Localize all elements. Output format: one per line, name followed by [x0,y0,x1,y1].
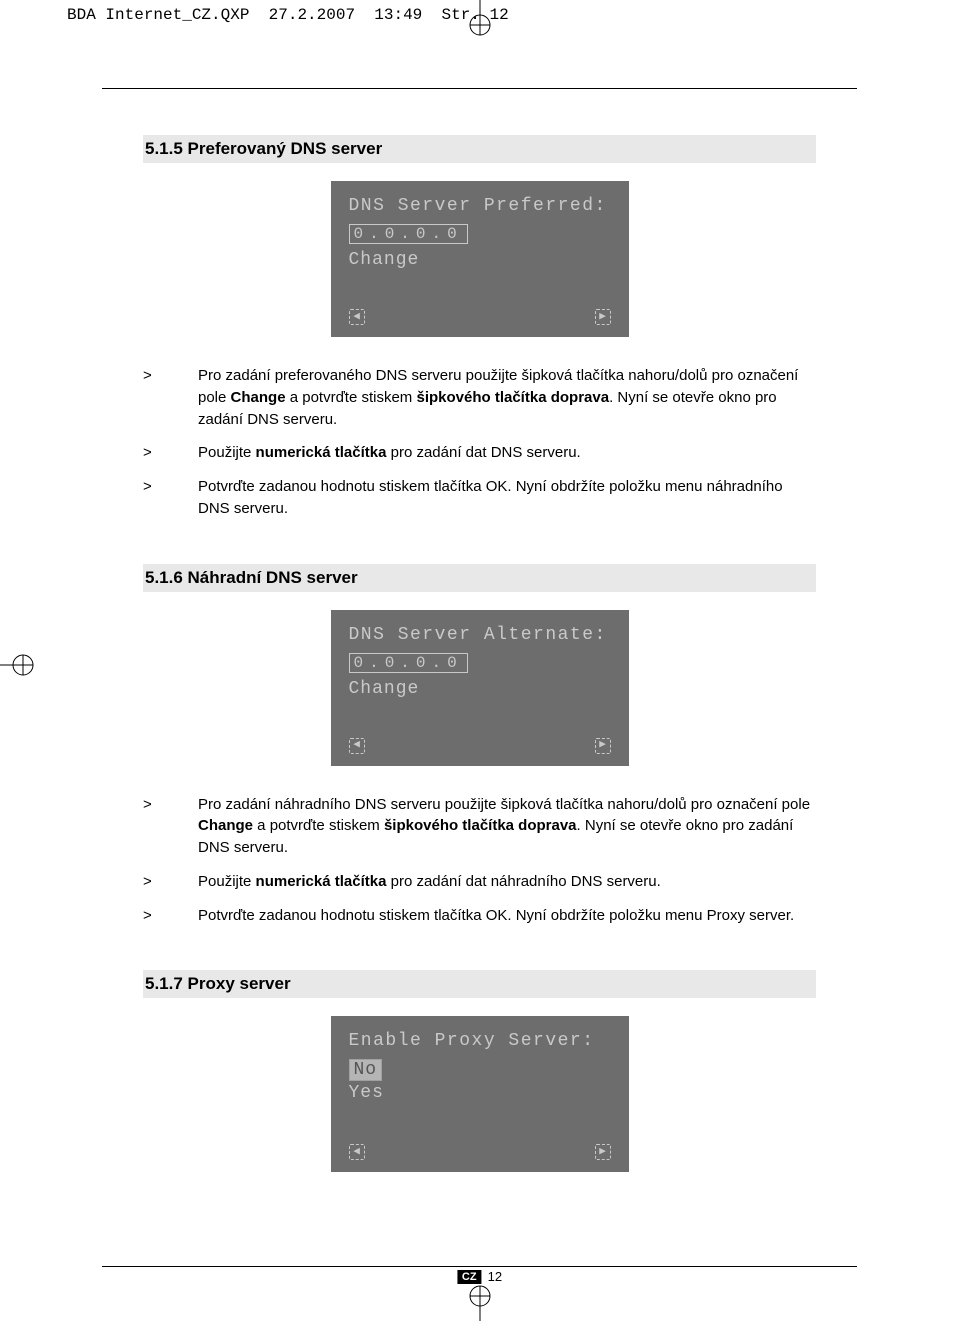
arrow-left-icon: ◀ [349,1144,365,1160]
instruction-marker: > [143,794,198,859]
instruction-text: Pro zadání preferovaného DNS serveru pou… [198,365,816,430]
instruction-text: Použijte numerická tlačítka pro zadání d… [198,871,816,893]
lang-badge: CZ [457,1270,482,1284]
instruction-text: Potvrďte zadanou hodnotu stiskem tlačítk… [198,905,816,927]
instruction-text: Pro zadání náhradního DNS serveru použij… [198,794,816,859]
arrow-right-icon: ▶ [595,1144,611,1160]
instruction-marker: > [143,905,198,927]
screen-value: 0.0.0.0 [349,224,468,244]
hdr-time: 13:49 [374,6,422,24]
arrow-right-icon: ▶ [595,309,611,325]
screen-title: DNS Server Preferred: [349,196,611,216]
device-screen: Enable Proxy Server: NoYes ◀ ▶ [331,1016,629,1172]
crop-mark-top-icon [460,0,500,40]
page-frame: 5.1.5 Preferovaný DNS server DNS Server P… [102,88,857,1267]
crop-mark-bottom-icon [460,1281,500,1321]
device-screen: DNS Server Preferred: 0.0.0.0 Change ◀ ▶ [331,181,629,337]
section-heading: 5.1.7 Proxy server [143,970,816,998]
instruction-text: Potvrďte zadanou hodnotu stiskem tlačítk… [198,476,816,520]
instruction-marker: > [143,476,198,520]
section-heading: 5.1.6 Náhradní DNS server [143,564,816,592]
instruction-text: Použijte numerická tlačítka pro zadání d… [198,442,816,464]
arrow-left-icon: ◀ [349,738,365,754]
instruction-row: >Potvrďte zadanou hodnotu stiskem tlačít… [143,476,816,520]
device-screen: DNS Server Alternate: 0.0.0.0 Change ◀ ▶ [331,610,629,766]
section-heading: 5.1.5 Preferovaný DNS server [143,135,816,163]
hdr-date: 27.2.2007 [269,6,355,24]
page-number: 12 [488,1269,502,1284]
instruction-row: >Pro zadání preferovaného DNS serveru po… [143,365,816,430]
instruction-marker: > [143,365,198,430]
screen-option: No [349,1059,383,1081]
screen-title: DNS Server Alternate: [349,625,611,645]
screen-title: Enable Proxy Server: [349,1031,611,1051]
arrow-left-icon: ◀ [349,309,365,325]
instruction-row: >Pro zadání náhradního DNS serveru použi… [143,794,816,859]
instruction-marker: > [143,871,198,893]
instruction-row: >Použijte numerická tlačítka pro zadání … [143,442,816,464]
instruction-row: >Potvrďte zadanou hodnotu stiskem tlačít… [143,905,816,927]
screen-option: Change [349,679,611,699]
screen-option: Yes [349,1083,611,1103]
screen-option: Change [349,250,611,270]
hdr-file: BDA Internet_CZ.QXP [67,6,249,24]
print-header: BDA Internet_CZ.QXP 27.2.2007 13:49 Str.… [67,6,509,24]
page-footer: CZ 12 [457,1269,502,1284]
instruction-row: >Použijte numerická tlačítka pro zadání … [143,871,816,893]
crop-mark-left-icon [0,645,40,685]
instruction-marker: > [143,442,198,464]
arrow-right-icon: ▶ [595,738,611,754]
screen-value: 0.0.0.0 [349,653,468,673]
